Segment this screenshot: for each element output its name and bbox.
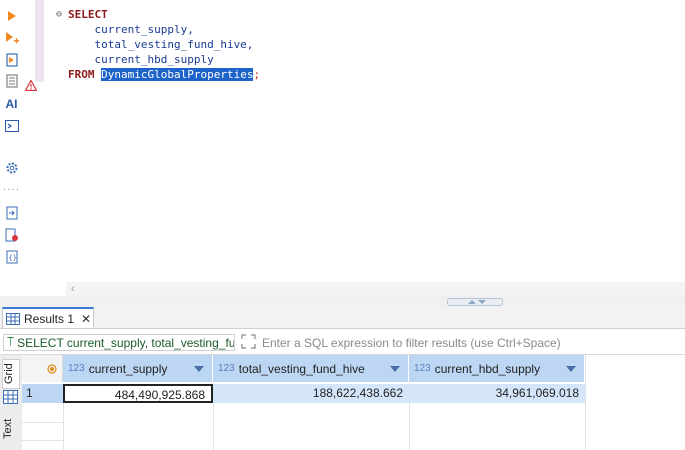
numeric-type-icon: 123 xyxy=(218,363,235,374)
explain-icon[interactable] xyxy=(4,52,19,67)
query-text: SELECT current_supply, total_vesting_fu xyxy=(17,335,235,350)
table-cell-current-hbd-supply[interactable]: 34,961,069.018 xyxy=(409,384,585,403)
column-current-hbd: current_hbd_supply xyxy=(68,53,214,66)
results-grid: 123 current_supply 123 total_vesting_fund_… xyxy=(22,355,685,450)
export-icon[interactable] xyxy=(4,205,19,220)
json-icon[interactable]: {} xyxy=(4,249,19,264)
column-current-supply: current_supply, xyxy=(68,23,194,36)
results-view-switcher: Grid Text xyxy=(0,355,23,450)
row-select-icon[interactable] xyxy=(47,363,57,377)
row-number: 1 xyxy=(26,386,33,400)
scroll-left-icon[interactable]: ‹ xyxy=(71,283,75,295)
results-tabbar xyxy=(0,306,685,329)
code-line-1: SELECT xyxy=(68,7,108,22)
settings-icon[interactable] xyxy=(4,160,19,175)
svg-text:{}: {} xyxy=(8,254,16,262)
code-line-4: current_hbd_supply xyxy=(68,52,214,67)
expand-icon[interactable] xyxy=(241,334,256,352)
statement-terminator: ; xyxy=(253,68,261,81)
grid-line xyxy=(22,440,63,441)
row-header-corner[interactable] xyxy=(22,355,63,382)
sort-dropdown-icon[interactable] xyxy=(194,366,204,372)
grid-line xyxy=(409,403,410,450)
filter-icon: ⟙ xyxy=(7,335,15,349)
error-file-icon[interactable] xyxy=(4,227,19,242)
keyword-select: SELECT xyxy=(68,8,108,21)
sort-dropdown-icon[interactable] xyxy=(390,366,400,372)
tab-label: Results 1 xyxy=(24,311,75,326)
grid-line xyxy=(213,403,214,450)
warning-icon xyxy=(24,79,38,94)
tab-grid-view[interactable]: Grid xyxy=(2,359,20,389)
column-name: current_supply xyxy=(88,361,168,376)
tab-text-view[interactable]: Text xyxy=(2,413,20,445)
selected-table-name: DynamicGlobalProperties xyxy=(101,68,254,81)
column-header-total-vesting-fund-hive[interactable]: 123 total_vesting_fund_hive xyxy=(213,355,409,382)
column-header-current-hbd-supply[interactable]: 123 current_hbd_supply xyxy=(409,355,585,382)
grid-view-icon[interactable] xyxy=(3,390,18,407)
run-icon[interactable] xyxy=(4,8,19,23)
table-cell-total-vesting-fund-hive[interactable]: 188,622,438.662 xyxy=(213,384,409,403)
run-script-icon[interactable] xyxy=(4,30,19,45)
grid-line xyxy=(63,403,64,450)
code-line-2: current_supply, xyxy=(68,22,194,37)
more-icon[interactable]: ···· xyxy=(3,182,19,197)
code-line-3: total_vesting_fund_hive, xyxy=(68,37,253,52)
change-ruler xyxy=(35,0,44,82)
keyword-from: FROM xyxy=(68,68,95,81)
close-icon[interactable]: ✕ xyxy=(81,312,91,326)
numeric-type-icon: 123 xyxy=(68,363,85,374)
table-cell-current-supply[interactable]: 484,490,925.868 xyxy=(63,384,213,403)
sort-dropdown-icon[interactable] xyxy=(566,366,576,372)
code-line-5: FROM DynamicGlobalProperties; xyxy=(68,67,260,82)
grid-icon xyxy=(6,312,20,325)
column-header-current-supply[interactable]: 123 current_supply xyxy=(63,355,213,382)
column-name: current_hbd_supply xyxy=(434,361,541,376)
editor-toolbar: AI ···· {} xyxy=(0,0,22,300)
ai-icon[interactable]: AI xyxy=(4,96,19,111)
splitter-handle[interactable] xyxy=(447,298,503,306)
sql-editor[interactable]: ⊖ SELECT current_supply, total_vesting_f… xyxy=(44,0,685,282)
fold-marker-icon[interactable]: ⊖ xyxy=(56,7,62,22)
tab-results-1[interactable]: Results 1 ✕ xyxy=(2,307,94,328)
terminal-icon[interactable] xyxy=(4,118,19,133)
history-icon[interactable] xyxy=(4,73,19,88)
row-number-cell[interactable]: 1 xyxy=(22,384,63,403)
filter-bar: ⟙ SELECT current_supply, total_vesting_f… xyxy=(0,330,685,355)
numeric-type-icon: 123 xyxy=(414,363,431,374)
column-name: total_vesting_fund_hive xyxy=(238,361,365,376)
column-total-vesting: total_vesting_fund_hive, xyxy=(68,38,254,51)
grid-line xyxy=(585,355,586,450)
query-label[interactable]: ⟙ SELECT current_supply, total_vesting_f… xyxy=(3,334,235,351)
filter-input[interactable]: Enter a SQL expression to filter results… xyxy=(262,336,561,350)
editor-horizontal-scrollbar[interactable]: ‹ xyxy=(66,282,685,296)
grid-line xyxy=(22,422,63,423)
